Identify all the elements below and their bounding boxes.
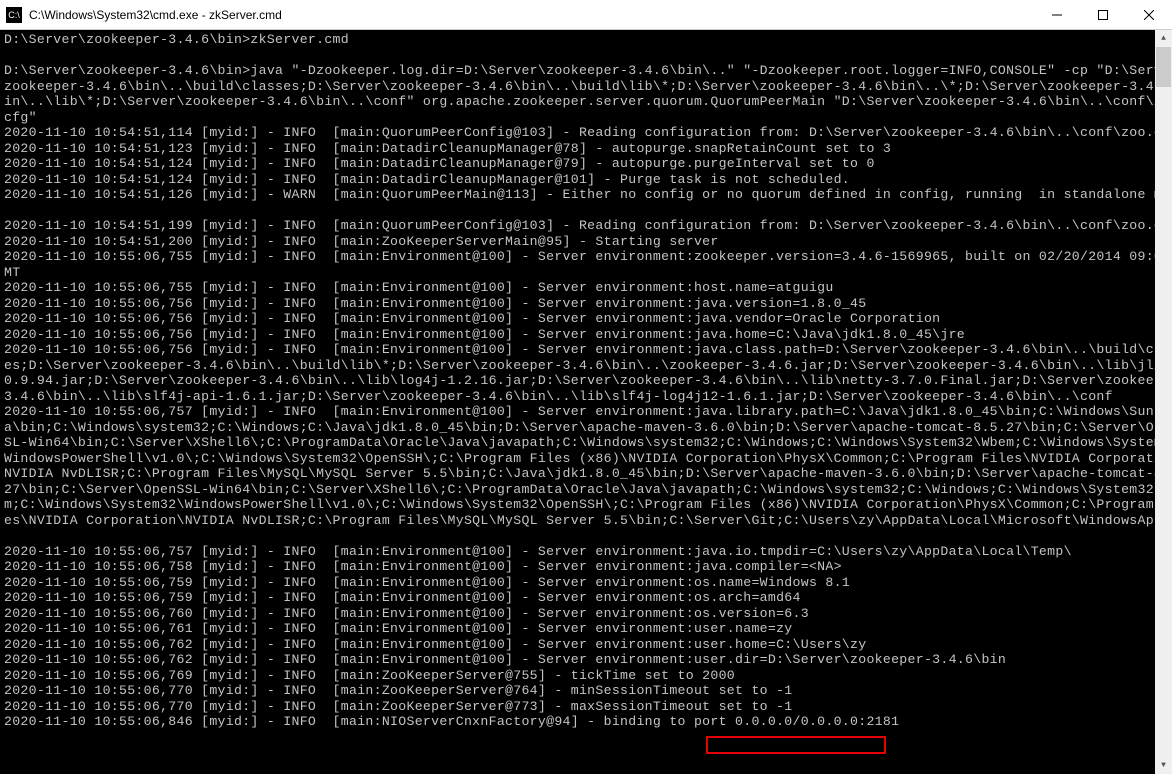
cmd-icon: C:\	[6, 7, 22, 23]
minimize-button[interactable]	[1034, 0, 1080, 30]
window-controls	[1034, 0, 1172, 30]
scroll-thumb[interactable]	[1156, 47, 1171, 87]
terminal-output[interactable]: D:\Server\zookeeper-3.4.6\bin>zkServer.c…	[0, 30, 1172, 774]
maximize-button[interactable]	[1080, 0, 1126, 30]
window-titlebar: C:\ C:\Windows\System32\cmd.exe - zkServ…	[0, 0, 1172, 30]
vertical-scrollbar[interactable]: ▲ ▼	[1155, 30, 1172, 774]
close-button[interactable]	[1126, 0, 1172, 30]
scroll-up-arrow[interactable]: ▲	[1155, 30, 1172, 47]
scroll-down-arrow[interactable]: ▼	[1155, 757, 1172, 774]
window-title: C:\Windows\System32\cmd.exe - zkServer.c…	[29, 8, 1034, 22]
